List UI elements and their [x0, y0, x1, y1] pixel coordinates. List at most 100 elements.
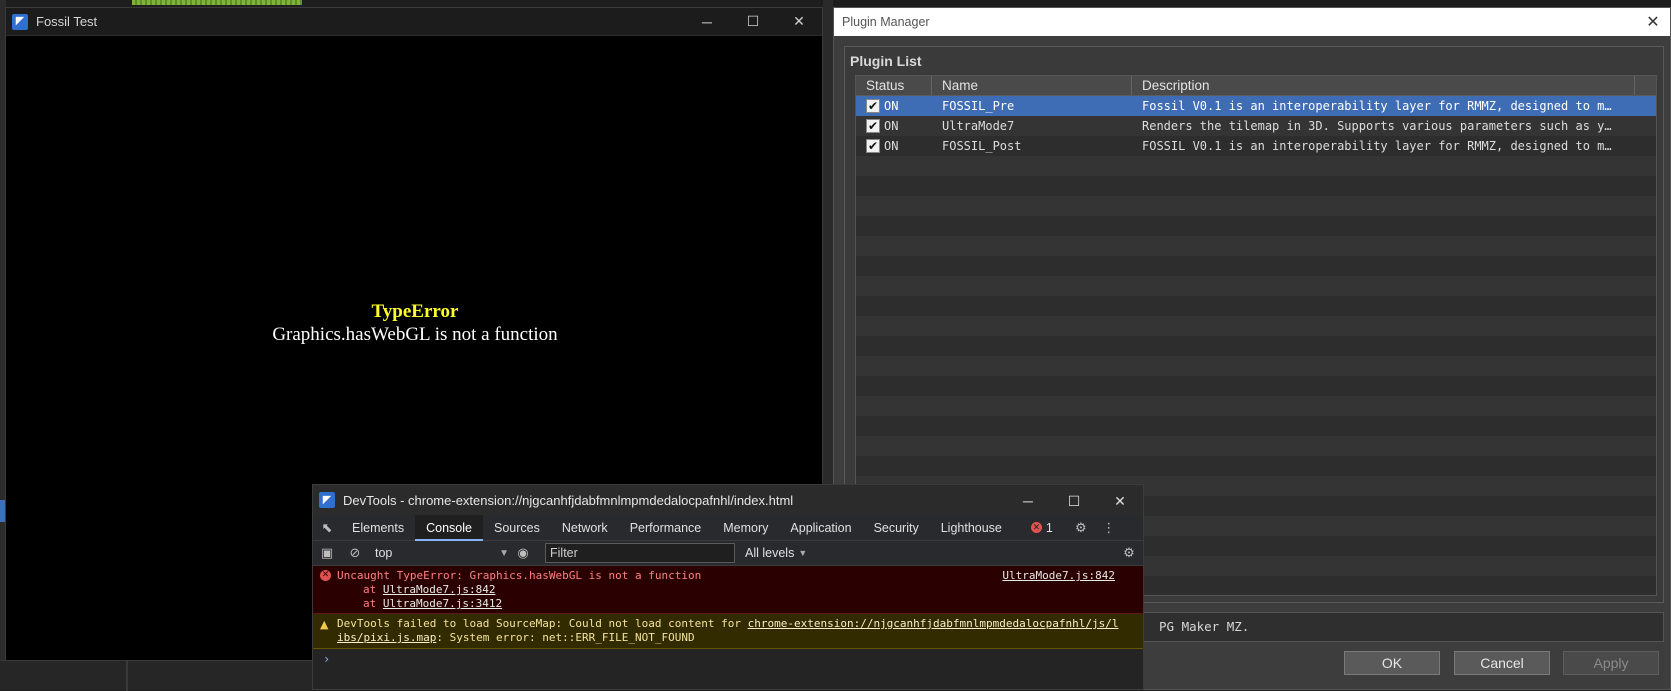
tab-sources[interactable]: Sources	[483, 515, 551, 541]
chevron-down-icon: ▼	[798, 548, 808, 558]
plugin-row-empty	[856, 416, 1656, 436]
tab-performance[interactable]: Performance	[619, 515, 713, 541]
gear-icon[interactable]: ⚙	[1067, 520, 1095, 536]
error-title: TypeError	[371, 301, 459, 322]
tab-elements[interactable]: Elements	[341, 515, 415, 541]
close-icon[interactable]: ✕	[1636, 12, 1670, 32]
plugin-manager-title: Plugin Manager	[842, 15, 930, 29]
inspect-element-icon[interactable]: ⬉	[313, 520, 341, 536]
stack-frame: at UltraMode7.js:3412	[363, 597, 503, 610]
cancel-button[interactable]: Cancel	[1454, 651, 1550, 675]
tab-memory[interactable]: Memory	[712, 515, 779, 541]
console-output[interactable]: ✕ Uncaught TypeError: Graphics.hasWebGL …	[313, 566, 1143, 669]
app-window-icon: ◤	[319, 492, 335, 508]
console-sidebar-icon[interactable]: ▣	[313, 545, 341, 561]
apply-button[interactable]: Apply	[1563, 651, 1659, 675]
stack-frame: at UltraMode7.js:842	[363, 583, 496, 596]
plugin-status: ON	[884, 139, 899, 153]
filter-input[interactable]: Filter	[545, 543, 735, 563]
column-header-description[interactable]: Description	[1132, 76, 1635, 95]
plugin-row[interactable]: ✔ ON UltraMode7 Renders the tilemap in 3D. …	[856, 116, 1656, 136]
error-count-badge[interactable]: ✕ 1	[1030, 520, 1053, 535]
plugin-row-empty	[856, 156, 1656, 176]
plugin-status-cell[interactable]: ✔ ON	[856, 116, 932, 136]
plugin-row-empty	[856, 396, 1656, 416]
plugin-row-empty	[856, 176, 1656, 196]
column-header-status[interactable]: Status	[856, 76, 932, 95]
plugin-description: Fossil V0.1 is an interoperability layer…	[1142, 99, 1617, 113]
tab-application[interactable]: Application	[779, 515, 862, 541]
sourcemap-link[interactable]: ibs/pixi.js.map	[337, 631, 436, 644]
warning-icon: ▲	[320, 618, 329, 631]
ok-button[interactable]: OK	[1344, 651, 1440, 675]
plugin-row[interactable]: ✔ ON FOSSIL_Pre Fossil V0.1 is an interoper…	[856, 96, 1656, 116]
log-levels-value: All levels	[745, 546, 795, 560]
plugin-description: Renders the tilemap in 3D. Supports vari…	[1142, 119, 1617, 133]
plugin-row-empty	[856, 276, 1656, 296]
error-icon: ✕	[320, 570, 331, 581]
close-icon[interactable]: ✕	[1097, 486, 1143, 516]
plugin-enabled-checkbox[interactable]: ✔	[866, 139, 880, 153]
plugin-status: ON	[884, 119, 899, 133]
plugin-row-empty	[856, 256, 1656, 276]
plugin-row[interactable]: ✔ ON FOSSIL_Post FOSSIL V0.1 is an interope…	[856, 136, 1656, 156]
plugin-row-empty	[856, 296, 1656, 316]
chevron-down-icon: ▼	[499, 547, 509, 559]
gear-icon[interactable]: ⚙	[1115, 545, 1143, 561]
error-source-link[interactable]: UltraMode7.js:842	[1002, 569, 1115, 583]
sourcemap-link[interactable]: chrome-extension://njgcanhfjdabfmnlmpmde…	[748, 617, 1119, 630]
plugin-row-empty	[856, 196, 1656, 216]
tab-console[interactable]: Console	[415, 514, 483, 541]
plugin-name: FOSSIL_Post	[942, 139, 1022, 153]
plugin-enabled-checkbox[interactable]: ✔	[866, 119, 880, 133]
tab-security[interactable]: Security	[863, 515, 930, 541]
plugin-status-cell[interactable]: ✔ ON	[856, 96, 932, 116]
warning-text: DevTools failed to load SourceMap: Could…	[337, 617, 748, 630]
plugin-name: UltraMode7	[942, 119, 1015, 133]
plugin-manager-titlebar[interactable]: Plugin Manager ✕	[834, 8, 1670, 36]
stack-frame-link[interactable]: UltraMode7.js:842	[383, 583, 496, 596]
background-editor-panel	[0, 660, 320, 691]
plugin-status-cell[interactable]: ✔ ON	[856, 136, 932, 156]
error-count: 1	[1045, 520, 1053, 535]
console-toolbar: ▣ ⊘ top ▼ ◉ Filter All levels ▼ ⚙	[313, 541, 1143, 566]
error-message: Graphics.hasWebGL is not a function	[272, 324, 558, 345]
devtools-title: DevTools - chrome-extension://njgcanhfjd…	[343, 492, 794, 508]
maximize-icon[interactable]: ☐	[730, 8, 776, 36]
background-window-strip	[132, 0, 302, 5]
console-prompt[interactable]: ›	[313, 649, 1143, 669]
close-icon[interactable]: ✕	[776, 8, 822, 36]
minimize-icon[interactable]: ─	[1005, 486, 1051, 516]
warning-text: : System error: net::ERR_FILE_NOT_FOUND	[436, 631, 695, 644]
stack-frame-link[interactable]: UltraMode7.js:3412	[383, 597, 502, 610]
plugin-enabled-checkbox[interactable]: ✔	[866, 99, 880, 113]
column-header-name[interactable]: Name	[932, 76, 1132, 95]
tab-network[interactable]: Network	[551, 515, 619, 541]
plugin-table-header: Status Name Description	[856, 76, 1656, 96]
plugin-row-empty	[856, 236, 1656, 256]
kebab-menu-icon[interactable]: ⋮	[1095, 520, 1123, 536]
devtools-titlebar[interactable]: ◤ DevTools - chrome-extension://njgcanhf…	[313, 485, 1143, 515]
plugin-row-empty	[856, 336, 1656, 356]
plugin-list-label: Plugin List	[850, 53, 922, 69]
tab-lighthouse[interactable]: Lighthouse	[930, 515, 1013, 541]
window-title: Fossil Test	[36, 14, 98, 29]
error-icon: ✕	[1030, 522, 1042, 533]
log-levels-select[interactable]: All levels ▼	[745, 546, 807, 560]
minimize-icon[interactable]: ─	[684, 8, 730, 36]
plugin-row-empty	[856, 356, 1656, 376]
plugin-row-empty	[856, 216, 1656, 236]
plugin-row-empty	[856, 376, 1656, 396]
plugin-row-empty	[856, 456, 1656, 476]
devtools-tabbar: ⬉ Elements Console Sources Network Performan…	[313, 514, 1143, 541]
maximize-icon[interactable]: ☐	[1051, 486, 1097, 516]
clear-console-icon[interactable]: ⊘	[341, 545, 369, 561]
live-expression-icon[interactable]: ◉	[509, 545, 537, 561]
fossil-titlebar[interactable]: ◤ Fossil Test ─ ☐ ✕	[6, 8, 822, 36]
plugin-description: FOSSIL V0.1 is an interoperability layer…	[1142, 139, 1617, 153]
plugin-name: FOSSIL_Pre	[942, 99, 1015, 113]
context-select[interactable]: top ▼	[369, 546, 509, 560]
plugin-row-empty	[856, 436, 1656, 456]
console-error-message: ✕ Uncaught TypeError: Graphics.hasWebGL …	[313, 566, 1143, 614]
plugin-row-empty	[856, 316, 1656, 336]
